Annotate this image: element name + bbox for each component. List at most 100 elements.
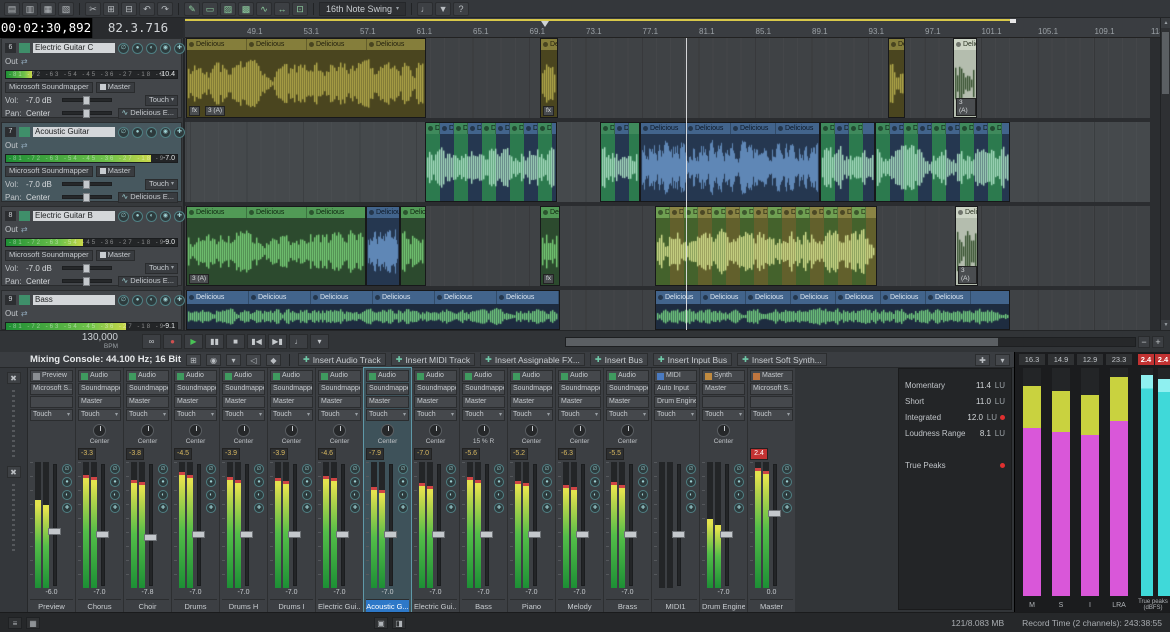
fx-icon[interactable]: ✚ (174, 43, 185, 54)
mute-icon[interactable]: ◐ (302, 490, 312, 500)
strip-automation-mode[interactable]: Touch▾ (222, 409, 265, 421)
swing-select[interactable]: 16th Note Swing▾ (319, 2, 406, 16)
mixer-strip[interactable]: PreviewMicrosoft S...Touch▾∅●◐✚-6.0Previ… (28, 368, 75, 612)
horizontal-scrollbar[interactable] (565, 337, 1136, 347)
vol-value[interactable]: -7.0 dB (26, 180, 59, 189)
fader-handle[interactable] (144, 534, 157, 541)
play-button[interactable]: ▶ (184, 334, 203, 349)
peak-value[interactable]: -5.6 (462, 448, 480, 460)
record-arm-icon[interactable]: ● (158, 477, 168, 487)
strip-automation-mode[interactable]: Touch▾ (78, 409, 121, 421)
record-arm-icon[interactable]: ● (132, 127, 143, 138)
strip-bus[interactable]: Master (126, 396, 169, 408)
vertical-scroll-thumb[interactable] (1162, 32, 1169, 94)
fx-icon[interactable]: ✚ (62, 503, 72, 513)
strip-automation-mode[interactable]: Touch▾ (174, 409, 217, 421)
strip-type-row[interactable]: Audio (558, 370, 601, 382)
record-arm-icon[interactable]: ● (494, 477, 504, 487)
record-arm-icon[interactable]: ● (590, 477, 600, 487)
strip-automation-mode[interactable]: Touch▾ (510, 409, 553, 421)
pan-knob[interactable] (93, 424, 106, 437)
drag-grip[interactable] (12, 390, 15, 460)
audio-clip[interactable]: DeliciousDeliciousDeliciousDeliciousfx3 … (186, 38, 426, 118)
undo-icon[interactable]: ↶ (139, 2, 155, 16)
strip-output-device[interactable]: Soundmapper (78, 383, 121, 395)
paste-icon[interactable]: ⊟ (121, 2, 137, 16)
downmix-icon[interactable]: ◆ (266, 354, 281, 366)
strip-bus[interactable]: Master (366, 396, 409, 408)
new-project-icon[interactable]: ▤ (4, 2, 20, 16)
select-tool-icon[interactable]: ▭ (202, 2, 218, 16)
strip-name[interactable]: Electric Gui... (318, 599, 361, 612)
strip-type-row[interactable]: Audio (78, 370, 121, 382)
strip-output-device[interactable]: Microsoft S... (30, 383, 73, 395)
channel-fader[interactable] (99, 462, 107, 588)
vertical-scrollbar[interactable]: ▲▼ (1160, 18, 1170, 330)
record-arm-icon[interactable]: ● (302, 477, 312, 487)
strip-output-device[interactable]: Soundmapper (318, 383, 361, 395)
audio-clip[interactable]: Delicious (888, 38, 905, 118)
channel-fader[interactable] (51, 462, 59, 588)
fader-handle[interactable] (96, 531, 109, 538)
strip-output-device[interactable]: Soundmapper (558, 383, 601, 395)
status-menu-icon[interactable]: ≡ (8, 617, 22, 629)
clip-header[interactable]: DeDe (601, 123, 639, 134)
fader-handle[interactable] (432, 531, 445, 538)
fx-icon[interactable]: ✚ (734, 503, 744, 513)
clip-badge[interactable]: 3 (A) (205, 106, 225, 116)
vol-value[interactable]: -7.0 dB (26, 264, 59, 273)
cut-icon[interactable]: ✂ (85, 2, 101, 16)
fader-handle[interactable] (192, 531, 205, 538)
mixer-strip[interactable]: MIDIAuto InputDrum EngineTouch▾∅●◐✚MIDI1 (652, 368, 699, 612)
insert-bus-button[interactable]: ✚Insert Bus (590, 353, 648, 366)
fader-handle[interactable] (48, 528, 61, 535)
phase-icon[interactable]: ∅ (118, 295, 129, 306)
fx-icon[interactable]: ✚ (206, 503, 216, 513)
fader-handle[interactable] (240, 531, 253, 538)
fader-handle[interactable] (336, 531, 349, 538)
mixer-strip[interactable]: AudioSoundmapperMasterTouch▾Center-7.0∅●… (412, 368, 459, 612)
mixer-strip[interactable]: AudioSoundmapperMasterTouch▾Center-3.9∅●… (268, 368, 315, 612)
output-device-button[interactable]: Microsoft Soundmapper (5, 82, 93, 93)
track-name[interactable]: Electric Guitar B (33, 211, 115, 221)
strip-output-device[interactable]: Soundmapper (126, 383, 169, 395)
clip-badge[interactable]: 3 (A) (956, 98, 976, 116)
strip-output-device[interactable]: Soundmapper (510, 383, 553, 395)
strip-name[interactable]: Drums I (270, 599, 313, 612)
mute-icon[interactable]: ◐ (350, 490, 360, 500)
channel-fader[interactable] (675, 462, 683, 588)
pause-button[interactable]: ▮▮ (205, 334, 224, 349)
mute-icon[interactable]: ◐ (146, 43, 157, 54)
strip-bus[interactable]: Master (510, 396, 553, 408)
gear-caret-icon[interactable]: ▾ (226, 354, 241, 366)
draw-tool-icon[interactable]: ✎ (184, 2, 200, 16)
strip-type-row[interactable]: Audio (222, 370, 265, 382)
audio-clip[interactable]: DeDeDeDeDeDeDeDeDeDeDeDeDeDeDe (655, 206, 877, 286)
audio-clip[interactable]: DeDeDeDeDeDeDeDeDe (425, 122, 557, 202)
channel-fader[interactable] (723, 462, 731, 588)
mixer-strip[interactable]: AudioSoundmapperMasterTouch▾Center-3.3∅●… (76, 368, 123, 612)
loudness-menu-icon[interactable]: ▾ (995, 354, 1010, 366)
channel-fader[interactable] (435, 462, 443, 588)
goto-end-button[interactable]: ▶▮ (268, 334, 287, 349)
strip-name[interactable]: MIDI1 (654, 599, 697, 612)
record-arm-icon[interactable]: ● (398, 477, 408, 487)
fader-handle[interactable] (624, 531, 637, 538)
scroll-down-icon[interactable]: ▼ (1161, 320, 1170, 330)
pan-slider-handle[interactable] (83, 277, 90, 286)
peak-value[interactable]: -3.9 (270, 448, 288, 460)
insert-soft-synth-button[interactable]: ✚Insert Soft Synth... (737, 353, 827, 366)
channel-fader[interactable] (531, 462, 539, 588)
phase-icon[interactable]: ∅ (118, 127, 129, 138)
open-project-icon[interactable]: ▥ (22, 2, 38, 16)
record-arm-icon[interactable]: ● (110, 477, 120, 487)
output-device-button[interactable]: Microsoft Soundmapper (5, 166, 93, 177)
strip-automation-mode[interactable]: Touch▾ (606, 409, 649, 421)
mute-icon[interactable]: ◐ (590, 490, 600, 500)
routing-icon[interactable]: ⇄ (21, 141, 28, 150)
fx-icon[interactable]: ✚ (110, 503, 120, 513)
strip-type-row[interactable]: Audio (462, 370, 505, 382)
fx-icon[interactable]: ✚ (398, 503, 408, 513)
clip-header[interactable]: DeliciousDeliciousDeliciousDelicious (187, 39, 425, 50)
strip-bus[interactable]: Master (222, 396, 265, 408)
